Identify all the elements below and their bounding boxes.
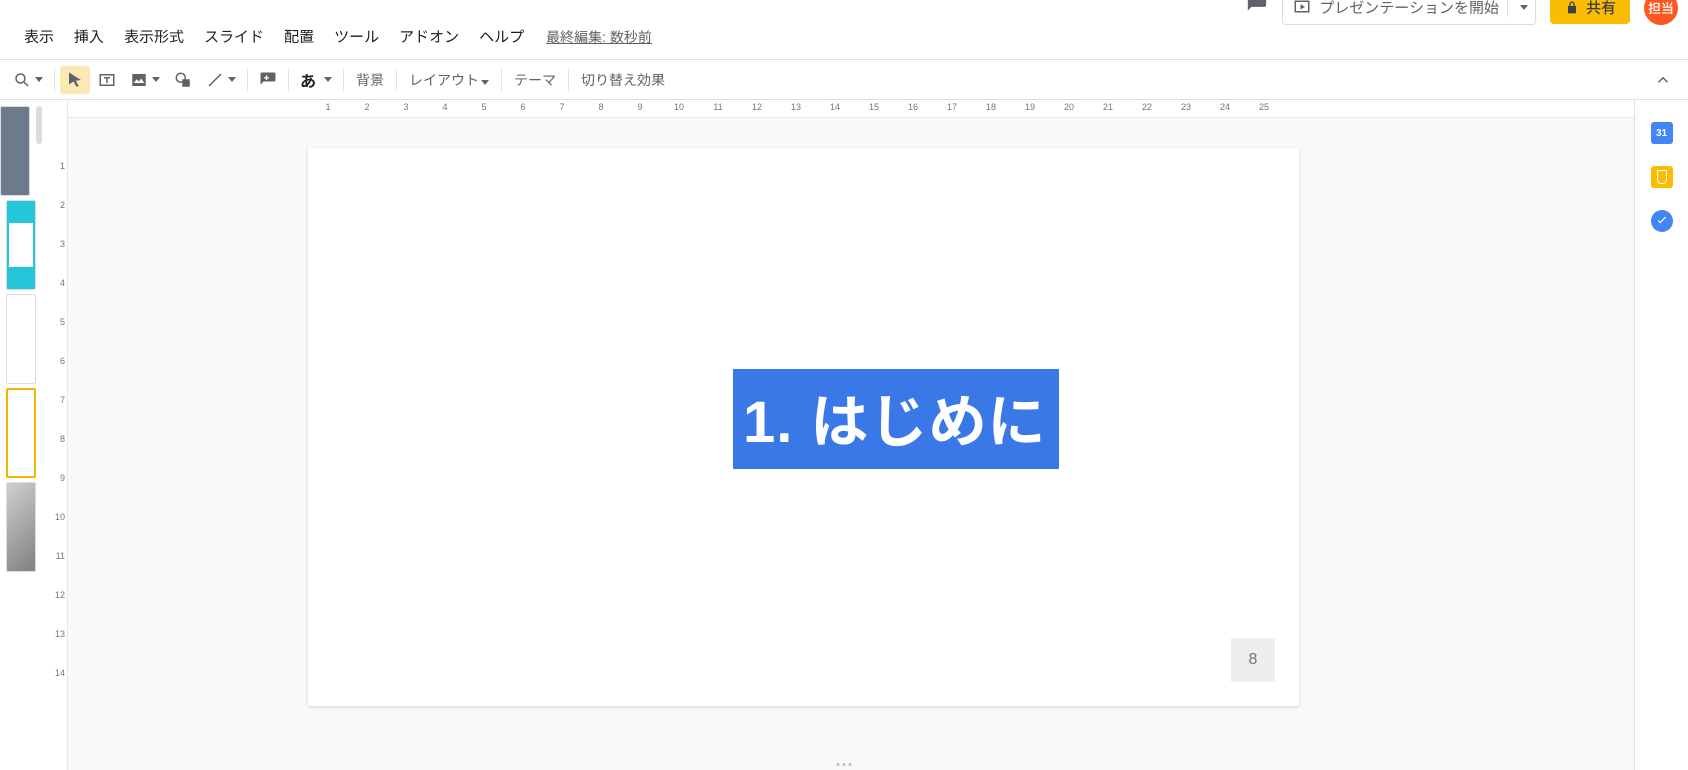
layout-button[interactable]: レイアウト: [401, 66, 497, 94]
menu-slide[interactable]: スライド: [194, 22, 274, 51]
chevron-down-icon: [481, 80, 489, 85]
separator: [501, 69, 502, 91]
share-label: 共有: [1586, 0, 1616, 18]
separator: [54, 69, 55, 91]
present-label: プレゼンテーションを開始: [1319, 0, 1499, 18]
present-dropdown[interactable]: [1507, 0, 1525, 17]
keep-icon[interactable]: [1651, 166, 1673, 188]
toolbar: あ 背景 レイアウト テーマ 切り替え効果: [0, 60, 1688, 100]
textbox-tool[interactable]: [92, 66, 122, 94]
zoom-icon: [13, 71, 31, 89]
editor: 1234567891011121314151617181920212223242…: [68, 100, 1634, 770]
ruler-horizontal: 1234567891011121314151617181920212223242…: [68, 100, 1634, 118]
side-panel: 31: [1634, 100, 1688, 770]
workspace: 1234567891011121314 12345678910111213141…: [0, 100, 1688, 770]
avatar-initial: 担当: [1648, 0, 1674, 17]
line-icon: [206, 71, 224, 89]
textbox-icon: [98, 71, 116, 89]
tasks-icon[interactable]: [1651, 210, 1673, 232]
background-button[interactable]: 背景: [348, 66, 392, 94]
comment-icon: [1246, 0, 1268, 16]
menu-view[interactable]: 表示: [14, 22, 64, 51]
slide-thumbnail[interactable]: [0, 106, 30, 196]
menu-tools[interactable]: ツール: [324, 22, 389, 51]
lock-icon: [1564, 0, 1580, 16]
calendar-icon[interactable]: 31: [1651, 122, 1673, 144]
menu-help[interactable]: ヘルプ: [469, 22, 534, 51]
menu-insert[interactable]: 挿入: [64, 22, 114, 51]
shape-icon: [174, 71, 192, 89]
chevron-down-icon: [228, 77, 236, 82]
separator: [396, 69, 397, 91]
separator: [247, 69, 248, 91]
chevron-down-icon: [35, 77, 43, 82]
last-edit-link[interactable]: 最終編集: 数秒前: [546, 27, 652, 47]
transition-button[interactable]: 切り替え効果: [573, 66, 673, 94]
slide-thumbnail[interactable]: [6, 294, 36, 384]
cursor-icon: [66, 71, 84, 89]
image-tool[interactable]: [124, 66, 166, 94]
chevron-down-icon: [324, 77, 332, 82]
menu-arrange[interactable]: 配置: [274, 22, 324, 51]
select-tool[interactable]: [60, 66, 90, 94]
chevron-down-icon: [1520, 5, 1528, 10]
shape-tool[interactable]: [168, 66, 198, 94]
add-comment-icon: [259, 71, 277, 89]
add-comment-tool[interactable]: [253, 66, 283, 94]
filmstrip[interactable]: [0, 100, 42, 770]
play-in-box-icon: [1293, 0, 1311, 17]
slide-thumbnail[interactable]: [6, 482, 36, 572]
slide-title-text[interactable]: 1. はじめに: [733, 369, 1059, 469]
separator: [343, 69, 344, 91]
zoom-button[interactable]: [7, 66, 49, 94]
drag-handle-icon[interactable]: [837, 763, 852, 766]
input-method[interactable]: あ: [294, 66, 338, 94]
chevron-down-icon: [152, 77, 160, 82]
separator: [288, 69, 289, 91]
collapse-toolbar-icon[interactable]: [1654, 71, 1672, 89]
comments-button[interactable]: [1246, 0, 1268, 21]
slide[interactable]: 1. はじめに 8: [308, 148, 1299, 706]
share-button[interactable]: 共有: [1550, 0, 1630, 24]
theme-button[interactable]: テーマ: [506, 66, 564, 94]
line-tool[interactable]: [200, 66, 242, 94]
slide-thumbnail-selected[interactable]: [6, 388, 36, 478]
slide-thumbnail[interactable]: [6, 200, 36, 290]
layout-label: レイアウト: [409, 72, 479, 88]
present-button[interactable]: プレゼンテーションを開始: [1282, 0, 1536, 25]
account-avatar[interactable]: 担当: [1644, 0, 1678, 25]
input-lang-label: あ: [300, 68, 316, 92]
image-icon: [130, 71, 148, 89]
menu-addons[interactable]: アドオン: [389, 22, 469, 51]
ruler-vertical: 1234567891011121314: [42, 100, 68, 770]
menu-format[interactable]: 表示形式: [114, 22, 194, 51]
canvas[interactable]: 1. はじめに 8: [68, 118, 1634, 770]
separator: [568, 69, 569, 91]
page-number: 8: [1231, 638, 1275, 682]
title-bar: プレゼンテーションを開始 共有 担当: [0, 0, 1688, 18]
